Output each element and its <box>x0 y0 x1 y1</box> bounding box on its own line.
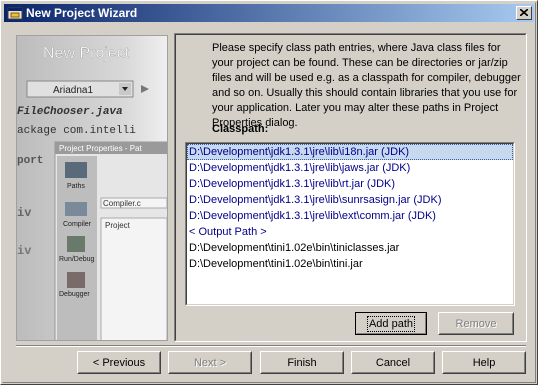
help-button[interactable]: Help <box>442 351 526 374</box>
classpath-entry[interactable]: D:\Development\jdk1.3.1\jre\lib\sunrsasi… <box>187 192 513 208</box>
side-image-line-2: ackage com.intelli <box>17 125 136 137</box>
cancel-button[interactable]: Cancel <box>351 351 435 374</box>
side-image-nav-1: Paths <box>67 183 85 190</box>
side-image-heading: New Project <box>43 45 130 62</box>
help-label: Help <box>472 356 496 369</box>
classpath-entry[interactable]: D:\Development\jdk1.3.1\jre\lib\jaws.jar… <box>187 160 513 176</box>
side-image-line-3: port <box>17 155 43 167</box>
app-icon <box>7 5 23 21</box>
add-path-label: Add path <box>366 315 416 332</box>
next-button[interactable]: Next > <box>168 351 252 374</box>
add-path-button[interactable]: Add path <box>355 312 427 335</box>
classpath-entry[interactable]: D:\Development\jdk1.3.1\jre\lib\rt.jar (… <box>187 176 513 192</box>
side-image-dialog-title: Project Properties - Pat <box>59 144 142 153</box>
close-button[interactable] <box>516 6 532 20</box>
remove-label: Remove <box>455 317 497 330</box>
close-icon <box>519 7 529 19</box>
previous-label: < Previous <box>92 356 146 369</box>
finish-button[interactable]: Finish <box>260 351 344 374</box>
wizard-side-image: New Project Ariadna1 FileChooser.java ac… <box>16 35 168 341</box>
side-image-line-5: iv <box>17 244 31 258</box>
classpath-entry[interactable]: D:\Development\jdk1.3.1\jre\lib\ext\comm… <box>187 208 513 224</box>
footer-separator <box>16 345 526 347</box>
side-image-combo: Ariadna1 <box>53 85 93 96</box>
classpath-list[interactable]: D:\Development\jdk1.3.1\jre\lib\i18n.jar… <box>185 142 515 306</box>
description-text: Please specify class path entries, where… <box>212 42 521 129</box>
classpath-entry[interactable]: D:\Development\jdk1.3.1\jre\lib\i18n.jar… <box>187 144 513 160</box>
side-image-nav-4: Debugger <box>59 291 90 298</box>
classpath-label: Classpath: <box>212 123 269 135</box>
side-image-field-1: Compiler.c <box>103 199 141 208</box>
remove-button[interactable]: Remove <box>438 312 514 335</box>
side-image-line-4: iv <box>17 206 31 220</box>
cancel-label: Cancel <box>375 356 411 369</box>
classpath-entry[interactable]: D:\Development\tini1.02e\bin\tiniclasses… <box>187 240 513 256</box>
side-image-line-1: FileChooser.java <box>17 106 123 118</box>
side-image-field-2: Project <box>105 221 131 230</box>
wizard-window: New Project Wizard New Project Ariadna1 <box>0 0 538 385</box>
title-bar[interactable]: New Project Wizard <box>4 4 534 22</box>
next-label: Next > <box>193 356 227 369</box>
side-image-nav-3: Run/Debug <box>59 256 95 263</box>
side-image-nav-2: Compiler <box>63 221 92 228</box>
classpath-entry[interactable]: D:\Development\tini1.02e\bin\tini.jar <box>187 256 513 272</box>
window-title: New Project Wizard <box>26 6 138 20</box>
previous-button[interactable]: < Previous <box>77 351 161 374</box>
finish-label: Finish <box>287 356 317 369</box>
classpath-entry[interactable]: < Output Path > <box>187 224 513 240</box>
